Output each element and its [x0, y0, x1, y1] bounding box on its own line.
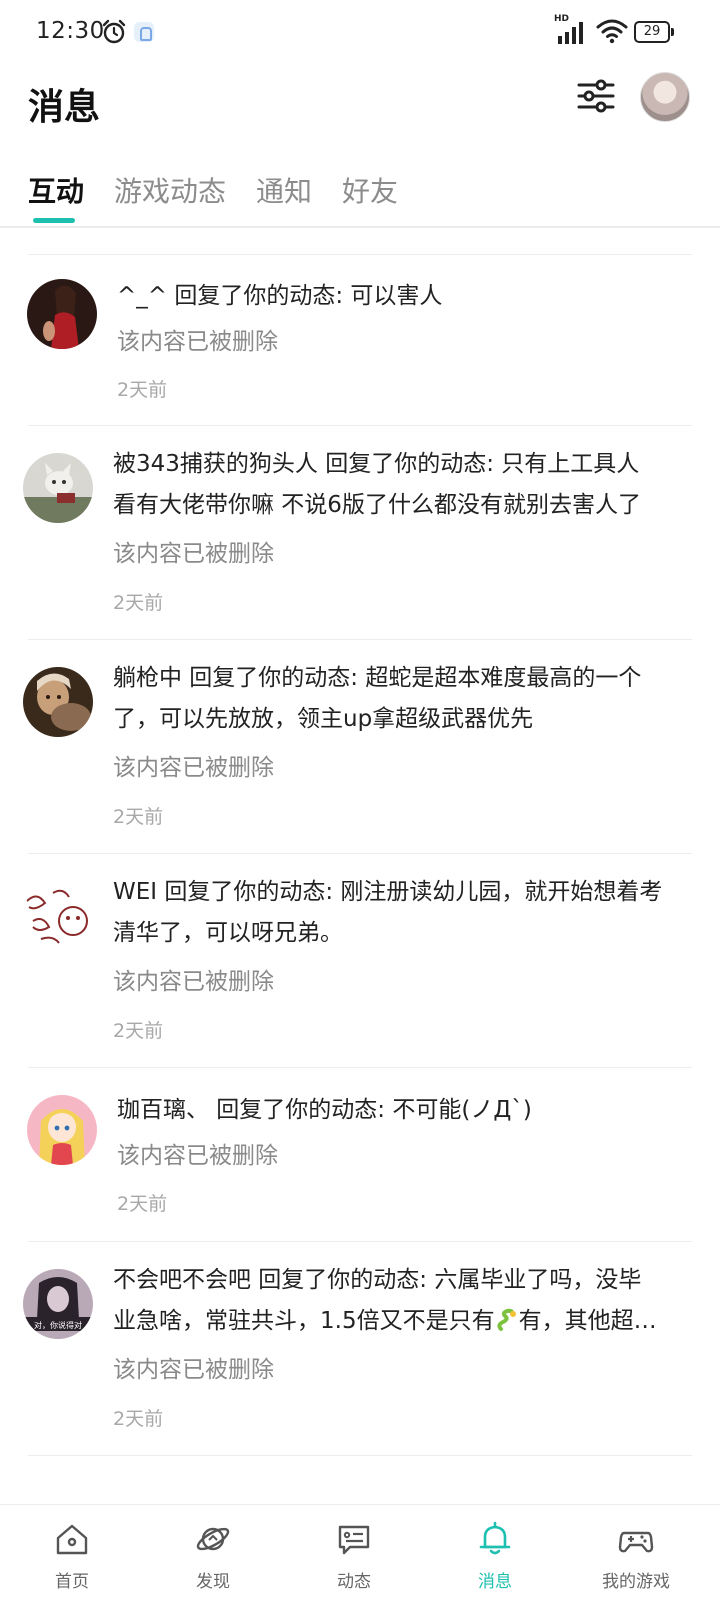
avatar[interactable]: [23, 453, 93, 523]
header: 消息: [0, 64, 720, 144]
message-item[interactable]: 躺枪中 回复了你的动态: 超蛇是超本难度最高的一个 了，可以先放放，领主up拿超…: [0, 640, 720, 854]
notification-icon: [134, 22, 154, 42]
screen: 12:30 HD 29 消息 互动 游戏动态 通知 好友 ^_^ 回复了你的动态…: [0, 0, 720, 1600]
avatar[interactable]: [23, 667, 93, 737]
message-title: 不会吧不会吧 回复了你的动态: 六属毕业了吗，没毕 业急啥，常驻共斗，1.5倍又…: [113, 1260, 688, 1342]
message-item[interactable]: WEI 回复了你的动态: 刚注册读幼儿园，就开始想着考 清华了，可以呀兄弟。 该…: [0, 854, 720, 1068]
nav-discover-label: 发现: [196, 1572, 230, 1592]
message-item[interactable]: ^_^ 回复了你的动态: 可以害人 该内容已被删除 2天前: [0, 254, 720, 428]
feed-icon: [338, 1525, 370, 1555]
message-deleted-note: 该内容已被删除: [113, 969, 274, 995]
nav-my-games[interactable]: 我的游戏: [564, 1505, 708, 1600]
message-title-line-2: 清华了，可以呀兄弟。: [113, 920, 343, 946]
message-title-line-1: 被343捕获的狗头人 回复了你的动态: 只有上工具人: [113, 451, 640, 477]
avatar[interactable]: [23, 881, 93, 951]
bottom-nav: 首页 发现 动态 消息 我的游戏: [0, 1504, 720, 1600]
message-title: 被343捕获的狗头人 回复了你的动态: 只有上工具人 看有大佬带你嘛 不说6版了…: [113, 444, 688, 526]
nav-feed-label: 动态: [337, 1572, 371, 1592]
page-title: 消息: [28, 87, 101, 128]
status-time: 12:30: [36, 18, 105, 44]
message-deleted-note: 该内容已被删除: [117, 329, 278, 355]
message-time: 2天前: [113, 806, 164, 828]
tab-notifications[interactable]: 通知: [256, 170, 312, 210]
message-title: ^_^ 回复了你的动态: 可以害人: [117, 283, 443, 309]
nav-feed[interactable]: 动态: [282, 1505, 426, 1600]
nav-messages-label: 消息: [478, 1572, 512, 1592]
nav-my-games-label: 我的游戏: [602, 1572, 670, 1592]
message-deleted-note: 该内容已被删除: [117, 1143, 278, 1169]
nav-discover[interactable]: 发现: [141, 1505, 285, 1600]
message-time: 2天前: [113, 592, 164, 614]
battery-icon: 29: [634, 21, 674, 43]
nav-messages[interactable]: 消息: [423, 1505, 567, 1600]
message-time: 2天前: [113, 1408, 164, 1430]
message-title-line-1: WEI 回复了你的动态: 刚注册读幼儿园，就开始想着考: [113, 879, 663, 905]
tab-bar: 互动 游戏动态 通知 好友: [0, 160, 720, 228]
filter-sliders-icon[interactable]: [576, 76, 616, 116]
home-icon: [56, 1524, 88, 1555]
tab-game-news[interactable]: 游戏动态: [114, 170, 226, 210]
message-title-line-1: 躺枪中 回复了你的动态: 超蛇是超本难度最高的一个: [113, 665, 642, 691]
alarm-icon: [102, 19, 126, 44]
message-deleted-note: 该内容已被删除: [113, 541, 274, 567]
message-title: 珈百璃、 回复了你的动态: 不可能(ノДˋ): [117, 1097, 532, 1123]
active-tab-indicator: [33, 218, 75, 223]
message-title: WEI 回复了你的动态: 刚注册读幼儿园，就开始想着考 清华了，可以呀兄弟。: [113, 872, 688, 954]
avatar-caption: 对，你说得对: [34, 1321, 82, 1330]
user-avatar[interactable]: [640, 72, 690, 122]
gamepad-icon: [618, 1531, 654, 1553]
wifi-icon: [596, 19, 628, 44]
message-deleted-note: 该内容已被删除: [113, 1357, 274, 1383]
message-title-line-2-start: 业急啥，常驻共斗，1.5倍又不是只有: [113, 1308, 495, 1334]
message-item[interactable]: 对，你说得对 不会吧不会吧 回复了你的动态: 六属毕业了吗，没毕 业急啥，常驻共…: [0, 1242, 720, 1456]
message-title-line-2: 业急啥，常驻共斗，1.5倍又不是只有 有，其他超…: [113, 1301, 688, 1342]
bell-icon: [479, 1521, 511, 1555]
message-item[interactable]: 被343捕获的狗头人 回复了你的动态: 只有上工具人 看有大佬带你嘛 不说6版了…: [0, 426, 720, 640]
message-time: 2天前: [117, 1193, 168, 1215]
nav-home[interactable]: 首页: [0, 1505, 144, 1600]
message-time: 2天前: [117, 379, 168, 401]
message-deleted-note: 该内容已被删除: [113, 755, 274, 781]
message-title-line-2-end: 有，其他超…: [518, 1308, 657, 1334]
message-title-line-2: 看有大佬带你嘛 不说6版了什么都没有就别去害人了: [113, 492, 641, 518]
signal-icon: [558, 22, 583, 44]
tab-interactions[interactable]: 互动: [28, 170, 84, 210]
message-title: 躺枪中 回复了你的动态: 超蛇是超本难度最高的一个 了，可以先放放，领主up拿超…: [113, 658, 688, 740]
message-title-line-2: 了，可以先放放，领主up拿超级武器优先: [113, 706, 534, 732]
tab-friends[interactable]: 好友: [342, 170, 398, 210]
message-time: 2天前: [113, 1020, 164, 1042]
status-bar: 12:30 HD 29: [0, 0, 720, 64]
divider: [28, 1455, 692, 1456]
message-title-line-1: 不会吧不会吧 回复了你的动态: 六属毕业了吗，没毕: [113, 1267, 642, 1293]
snake-emoji-icon: [496, 1308, 516, 1331]
avatar[interactable]: [27, 279, 97, 349]
nav-home-label: 首页: [55, 1572, 89, 1592]
avatar[interactable]: [27, 1095, 97, 1165]
message-item[interactable]: 珈百璃、 回复了你的动态: 不可能(ノДˋ) 该内容已被删除 2天前: [0, 1068, 720, 1242]
battery-level: 29: [634, 21, 670, 43]
planet-icon: [196, 1527, 230, 1551]
avatar[interactable]: 对，你说得对: [23, 1269, 93, 1339]
